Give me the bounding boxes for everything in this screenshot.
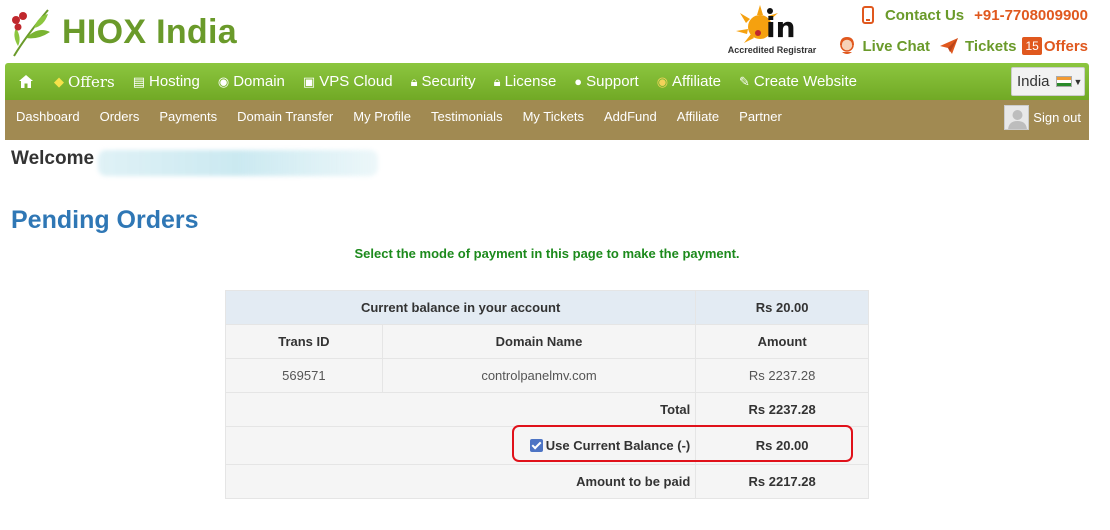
header-trans-id: Trans ID [225,324,383,359]
subnav-testimonials[interactable]: Testimonials [421,100,513,124]
pencil-icon: ✎ [738,73,750,89]
mobile-phone-icon [861,6,874,24]
use-balance-label[interactable]: Use Current Balance (-) [546,438,690,453]
monitor-icon: ▣ [302,73,316,89]
balance-row: Current balance in your account Rs 20.00 [224,290,869,325]
nav-security-label: Security [421,73,476,90]
subnav-orders[interactable]: Orders [90,100,150,124]
total-label: Total [224,392,697,427]
row-domain: controlpanelmv.com [381,358,697,393]
lock-icon: 🔒︎ [410,73,418,89]
globe-icon: ◉ [217,73,230,89]
nav-domain[interactable]: ◉ Domain [209,63,294,100]
use-balance-value: Rs 20.00 [695,426,869,465]
redacted-username [98,150,378,176]
nav-create-website[interactable]: ✎ Create Website [730,63,866,100]
contact-phone[interactable]: +91-7708009900 [974,7,1088,24]
offers-link[interactable]: Offers [1044,38,1088,55]
leaf-berry-icon [12,9,50,57]
account-nav: Dashboard Orders Payments Domain Transfe… [5,100,1089,140]
country-label: India [1017,73,1050,90]
nav-offers[interactable]: ◆ Offers [45,63,124,100]
nav-create-website-label: Create Website [753,73,857,90]
header-amount: Amount [695,324,869,359]
subnav-my-profile[interactable]: My Profile [343,100,421,124]
amount-to-pay-row: Amount to be paid Rs 2217.28 [224,464,869,499]
main-nav: ◆ Offers ▤ Hosting ◉ Domain ▣ VPS Cloud … [5,63,1089,100]
header-domain-name: Domain Name [381,324,697,359]
contact-row: Contact Us +91-7708009900 [861,6,1088,24]
table-header-row: Trans ID Domain Name Amount [225,324,869,359]
welcome-label: Welcome [11,148,95,169]
brand-name: HIOX India [62,12,237,51]
pending-orders-table: Current balance in your account Rs 20.00… [224,290,869,499]
money-bag-icon: ◉ [656,73,669,89]
in-sun-logo-icon: in [736,5,796,44]
nav-license-label: License [504,73,557,90]
sign-out-button[interactable]: Sign out [1004,105,1081,130]
subnav-partner[interactable]: Partner [729,100,792,124]
brand-logo[interactable]: HIOX India [8,6,237,58]
subnav-my-tickets[interactable]: My Tickets [513,100,594,124]
subnav-addfund[interactable]: AddFund [594,100,667,124]
subnav-payments[interactable]: Payments [149,100,227,124]
home-icon [19,75,33,88]
row-trans-id: 569571 [225,358,383,393]
table-row: 569571 controlpanelmv.com Rs 2237.28 [225,358,869,393]
nav-affiliate[interactable]: ◉ Affiliate [648,63,730,100]
use-balance-row: Use Current Balance (-) Rs 20.00 [224,426,869,465]
total-value: Rs 2237.28 [695,392,869,427]
nav-hosting[interactable]: ▤ Hosting [124,63,209,100]
subnav-dashboard[interactable]: Dashboard [5,100,90,124]
total-row: Total Rs 2237.28 [224,392,869,427]
nav-vps-cloud[interactable]: ▣ VPS Cloud [294,63,402,100]
nav-support[interactable]: ● Support [565,63,647,100]
offers-count-badge: 15 [1022,37,1042,55]
contact-us-link[interactable]: Contact Us [885,7,964,24]
support-row: Live Chat Tickets 15 Offers [838,37,1088,55]
country-selector[interactable]: India ▼ [1011,67,1085,96]
live-chat-link[interactable]: Live Chat [863,38,931,55]
user-icon: ● [574,74,583,89]
nav-home[interactable] [5,63,45,100]
paper-plane-icon [940,38,959,54]
nav-affiliate-label: Affiliate [672,73,721,90]
chevron-down-icon: ▼ [1073,76,1083,87]
subnav-affiliate[interactable]: Affiliate [667,100,729,124]
avatar [1004,105,1030,130]
registrar-label: Accredited Registrar [727,45,817,55]
nav-security[interactable]: 🔒︎ Security [402,63,485,100]
amount-to-pay-label: Amount to be paid [224,464,697,499]
svg-text:in: in [766,11,796,44]
live-chat-agent-icon [839,37,854,54]
nav-vps-cloud-label: VPS Cloud [319,73,393,90]
payment-instruction: Select the mode of payment in this page … [354,246,740,261]
nav-support-label: Support [586,73,639,90]
subnav-domain-transfer[interactable]: Domain Transfer [227,100,343,124]
nav-hosting-label: Hosting [149,73,200,90]
balance-label: Current balance in your account [224,290,697,325]
nav-domain-label: Domain [233,73,285,90]
tickets-link[interactable]: Tickets [965,38,1016,55]
balance-value: Rs 20.00 [695,290,869,325]
tag-icon: ◆ [54,73,64,89]
user-silhouette-icon [1008,110,1028,129]
nav-license[interactable]: 🔒︎ License [485,63,566,100]
page-title: Pending Orders [11,206,199,234]
lock-icon: 🔒︎ [493,73,501,89]
india-flag-icon [1055,76,1072,87]
row-amount: Rs 2237.28 [695,358,869,393]
server-icon: ▤ [132,73,145,89]
nav-offers-label: Offers [68,72,115,91]
use-balance-checkbox[interactable] [529,439,543,452]
accredited-registrar-badge: in Accredited Registrar [722,3,822,55]
sign-out-label: Sign out [1033,110,1081,125]
amount-to-pay-value: Rs 2217.28 [695,464,869,499]
